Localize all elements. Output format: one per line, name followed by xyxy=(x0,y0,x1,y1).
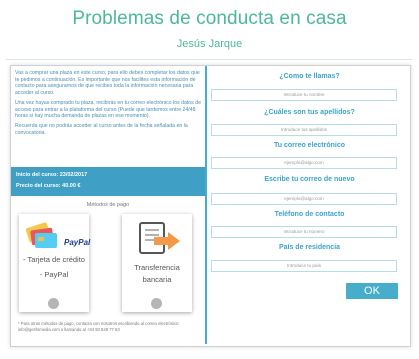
course-start-date: Inicio del curso: 23/02/2017 xyxy=(16,172,88,178)
phone-label: Teléfono de contacto xyxy=(274,211,345,218)
info-paragraph-1: Vas a comprar una plaza en este curso, p… xyxy=(15,70,200,97)
payment-option-card-transfer[interactable]: Transferencia bancaria xyxy=(122,214,192,312)
payment-note: * Para otros métodos de pago, contacta c… xyxy=(18,321,180,332)
info-paragraph-2: Una vez hayas comprado tu plaza, recibir… xyxy=(15,99,201,120)
course-price: Precio del curso: 40.00 € xyxy=(16,183,81,189)
email-label: Tu correo electrónico xyxy=(273,142,346,149)
payment-option-2-line-2: bancaria xyxy=(142,275,172,284)
email-confirm-input[interactable]: ejemplo@algo.com xyxy=(211,193,397,205)
submit-button[interactable]: OK xyxy=(346,283,398,299)
payment-option-card-paypal[interactable]: PayPal - Tarjeta de crédito - PayPal xyxy=(19,214,91,312)
info-text: Vas a comprar una plaza en este curso, p… xyxy=(15,70,201,139)
info-paragraph-3: Recuerda que no podrás acceder al curso … xyxy=(15,122,188,136)
course-info-bar: Inicio del curso: 23/02/2017 Precio del … xyxy=(11,167,205,196)
country-label: País de residencia xyxy=(278,244,341,251)
payment-methods-title: Métodos de pago xyxy=(86,202,130,208)
course-author: Jesús Jarque xyxy=(176,38,243,50)
country-input[interactable]: Introduce tu país xyxy=(211,260,397,272)
payment-option-2-radio[interactable] xyxy=(151,298,162,309)
payment-option-1-line-2: - PayPal xyxy=(39,270,69,279)
surname-label: ¿Cuáles son tus apellidos? xyxy=(264,109,355,116)
surname-input[interactable]: Introduce tus apellidos xyxy=(211,124,397,136)
email-input[interactable]: ejemplo@algo.com xyxy=(211,157,397,169)
payment-option-1-radio[interactable] xyxy=(48,298,59,309)
paypal-logo: PayPal xyxy=(64,238,91,247)
phone-input[interactable]: Introduce tu número xyxy=(211,226,397,238)
payment-option-2-line-1: Transferencia xyxy=(134,263,180,272)
payment-option-1-line-1: - Tarjeta de crédito xyxy=(23,255,85,264)
header-divider xyxy=(6,59,412,60)
name-label: ¿Como te llamas? xyxy=(279,73,340,80)
bank-transfer-icon xyxy=(139,222,180,254)
name-input[interactable]: Introduce tu nombre xyxy=(211,89,397,101)
page-title: Problemas de conducta en casa xyxy=(72,8,347,29)
email-confirm-label: Escribe tu correo de nuevo xyxy=(264,176,355,183)
